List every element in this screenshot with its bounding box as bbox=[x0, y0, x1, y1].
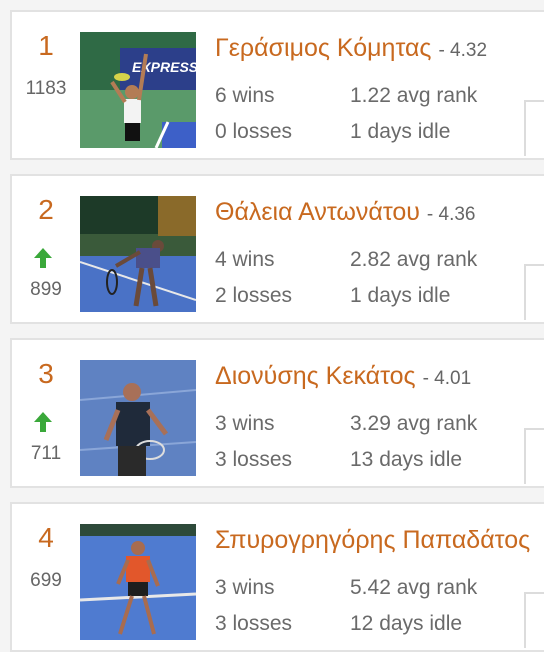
days-idle: 1 days idle bbox=[350, 120, 451, 143]
losses-count: 0 losses bbox=[215, 120, 293, 143]
avg-rank: 2.82 avg rank bbox=[350, 248, 478, 271]
player-card[interactable]: 3 711 Διονύσης Κεκάτος - 4.01 3 wins 3 l… bbox=[10, 338, 544, 488]
player-name-line[interactable]: Διονύσης Κεκάτος - 4.01 bbox=[215, 362, 471, 391]
losses-count: 2 losses bbox=[215, 284, 293, 307]
avg-rank: 1.22 avg rank bbox=[350, 84, 478, 107]
rank-number: 3 bbox=[38, 358, 54, 389]
challenge-box[interactable] bbox=[524, 264, 544, 320]
days-idle: 12 days idle bbox=[350, 612, 463, 635]
player-card[interactable]: 1 1183 EXPRESS Γεράσιμος Κόμητας - 4.32 bbox=[10, 10, 544, 160]
losses-count: 3 losses bbox=[215, 612, 293, 635]
days-idle: 1 days idle bbox=[350, 284, 451, 307]
player-name-link[interactable]: Θάλεια Αντωνάτου bbox=[215, 198, 420, 226]
ranking-points: 711 bbox=[30, 443, 62, 464]
rank-number: 2 bbox=[38, 194, 54, 225]
player-photo[interactable] bbox=[80, 360, 196, 476]
ranking-points: 699 bbox=[30, 570, 62, 591]
avg-rank: 3.29 avg rank bbox=[350, 412, 478, 435]
avg-rank: 5.42 avg rank bbox=[350, 576, 478, 599]
player-photo[interactable]: EXPRESS bbox=[80, 32, 196, 148]
player-name-line[interactable]: Θάλεια Αντωνάτου - 4.36 bbox=[215, 198, 475, 227]
rank-number: 1 bbox=[38, 30, 54, 61]
trend-up-icon bbox=[12, 248, 74, 268]
wins-count: 3 wins bbox=[215, 412, 275, 435]
rank-number: 4 bbox=[38, 522, 54, 553]
wins-count: 3 wins bbox=[215, 576, 275, 599]
player-photo[interactable] bbox=[80, 196, 196, 312]
player-name-line[interactable]: Σπυρογρηγόρης Παπαδάτος bbox=[215, 526, 530, 555]
player-rating: - 4.32 bbox=[438, 40, 488, 61]
player-card[interactable]: 2 899 Θάλεια Αντωνάτου - 4.36 4 wins 2 l… bbox=[10, 174, 544, 324]
losses-count: 3 losses bbox=[215, 448, 293, 471]
player-name-link[interactable]: Γεράσιμος Κόμητας bbox=[215, 34, 431, 62]
wins-count: 4 wins bbox=[215, 248, 275, 271]
days-idle: 13 days idle bbox=[350, 448, 463, 471]
player-name-link[interactable]: Σπυρογρηγόρης Παπαδάτος bbox=[215, 526, 530, 554]
player-rating: - 4.36 bbox=[426, 204, 476, 225]
ranking-points: 1183 bbox=[25, 78, 67, 99]
player-name-link[interactable]: Διονύσης Κεκάτος bbox=[215, 362, 416, 390]
player-rating: - 4.01 bbox=[422, 368, 472, 389]
challenge-box[interactable] bbox=[524, 100, 544, 156]
player-card[interactable]: 4 699 Σπυρογρηγόρης Παπαδάτος 3 wins 3 l… bbox=[10, 502, 544, 652]
trend-up-icon bbox=[12, 412, 74, 432]
challenge-box[interactable] bbox=[524, 428, 544, 484]
player-photo[interactable] bbox=[80, 524, 196, 640]
wins-count: 6 wins bbox=[215, 84, 275, 107]
ranking-points: 899 bbox=[30, 279, 62, 300]
player-name-line[interactable]: Γεράσιμος Κόμητας - 4.32 bbox=[215, 34, 487, 63]
